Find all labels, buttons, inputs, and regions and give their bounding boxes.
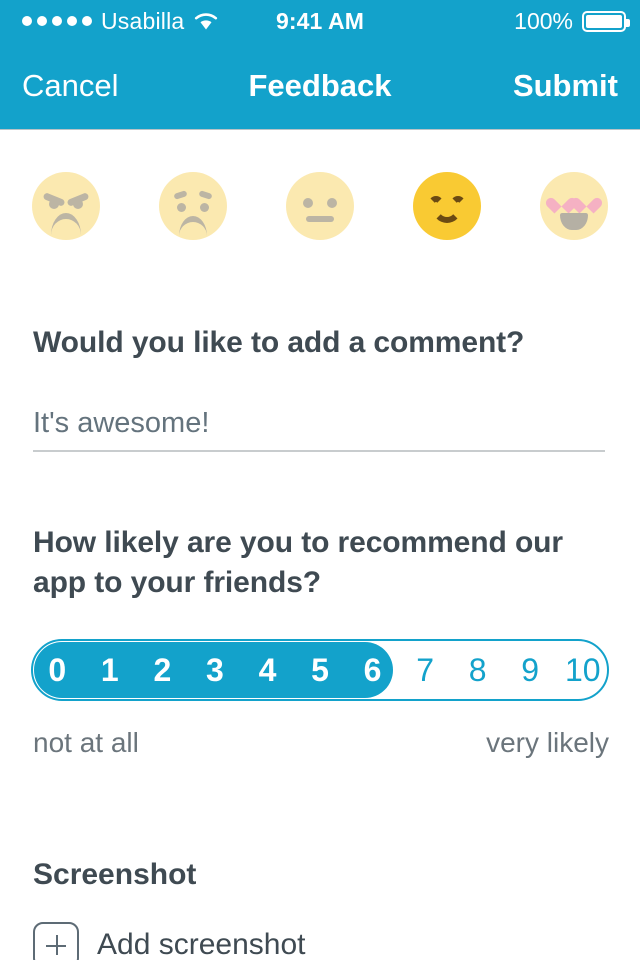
navigation-bar: Cancel Feedback Submit (0, 42, 640, 130)
heart-icon (553, 195, 570, 210)
nps-option-3[interactable]: 3 (189, 652, 242, 689)
nps-max-label: very likely (486, 727, 609, 758)
nps-option-2[interactable]: 2 (136, 652, 189, 689)
plus-square-icon (33, 922, 79, 960)
nps-option-6[interactable]: 6 (346, 652, 399, 689)
nps-option-1[interactable]: 1 (84, 652, 137, 689)
nps-option-7[interactable]: 7 (399, 652, 452, 689)
nps-min-label: not at all (33, 727, 139, 758)
cancel-button[interactable]: Cancel (22, 68, 119, 104)
heart-icon (578, 195, 595, 210)
status-bar: Usabilla 9:41 AM 100% (0, 0, 640, 42)
nps-scale[interactable]: 0 1 2 3 4 5 6 7 8 9 10 (31, 639, 609, 701)
nps-options: 0 1 2 3 4 5 6 7 8 9 10 (31, 639, 609, 701)
mood-option-angry[interactable] (32, 172, 100, 240)
mood-option-sad[interactable] (159, 172, 227, 240)
mood-rating-group (32, 172, 608, 240)
add-screenshot-button[interactable]: Add screenshot (33, 922, 305, 960)
nps-option-4[interactable]: 4 (241, 652, 294, 689)
status-bar-right: 100% (514, 7, 630, 35)
mood-option-love[interactable] (540, 172, 608, 240)
form-content: Would you like to add a comment? How lik… (0, 131, 640, 960)
mood-option-happy[interactable] (413, 172, 481, 240)
battery-full-icon (582, 10, 630, 32)
nps-option-0[interactable]: 0 (31, 652, 84, 689)
nps-option-5[interactable]: 5 (294, 652, 347, 689)
app-screen: Usabilla 9:41 AM 100% Cancel Feedback Su… (0, 0, 640, 960)
comment-input[interactable] (33, 397, 605, 452)
nps-option-9[interactable]: 9 (504, 652, 557, 689)
screenshot-section-title: Screenshot (33, 858, 197, 891)
nps-option-8[interactable]: 8 (451, 652, 504, 689)
submit-button[interactable]: Submit (513, 68, 618, 104)
mood-option-neutral[interactable] (286, 172, 354, 240)
nps-scale-labels: not at all very likely (33, 727, 609, 759)
nps-question-label: How likely are you to recommend our app … (33, 526, 563, 599)
add-screenshot-label: Add screenshot (97, 928, 306, 960)
nps-option-10[interactable]: 10 (556, 652, 609, 689)
comment-question-label: Would you like to add a comment? (33, 326, 525, 359)
battery-percent: 100% (514, 7, 573, 34)
